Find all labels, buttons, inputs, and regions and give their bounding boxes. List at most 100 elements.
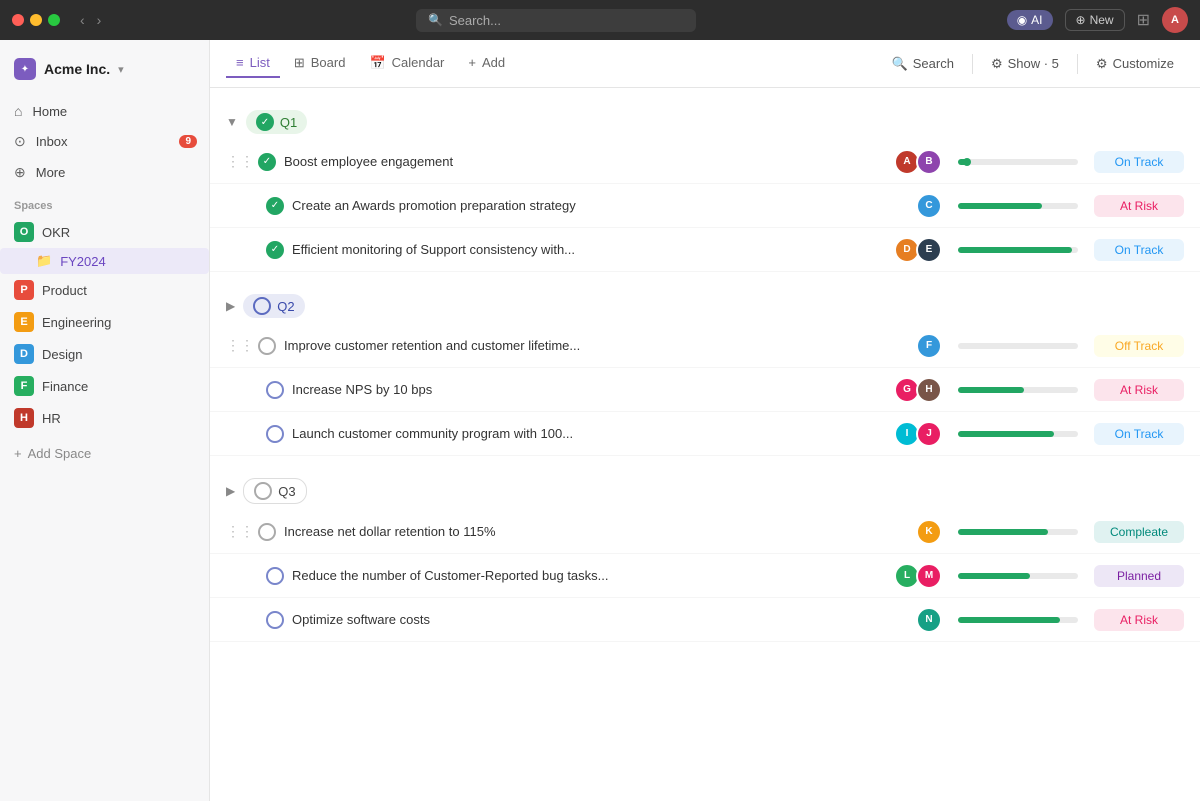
progress-fill — [958, 529, 1048, 535]
add-space-button[interactable]: + Add Space — [0, 438, 209, 469]
list-content: ▼ ✓ Q1 ⋮⋮ ✓ Boost employee engagement A … — [210, 88, 1200, 801]
search-action-label: Search — [913, 56, 954, 71]
progress-bg — [958, 617, 1078, 623]
q2-chevron-icon: ▶ — [226, 299, 235, 313]
toolbar: ≡ List ⊞ Board 📅 Calendar + Add 🔍 Search — [210, 40, 1200, 88]
task-status-circle-blue — [266, 425, 284, 443]
progress-bar — [958, 247, 1078, 253]
status-badge[interactable]: Off Track — [1094, 335, 1184, 357]
add-icon: + — [468, 55, 476, 70]
show-action[interactable]: ⚙ Show · 5 — [981, 51, 1069, 77]
sidebar-item-okr[interactable]: O OKR — [0, 216, 209, 248]
engineering-label: Engineering — [42, 315, 111, 330]
task-name[interactable]: Improve customer retention and customer … — [284, 338, 920, 353]
search-action[interactable]: 🔍 Search — [882, 51, 964, 77]
progress-fill — [958, 573, 1030, 579]
status-badge[interactable]: On Track — [1094, 423, 1184, 445]
okr-label: OKR — [42, 225, 70, 240]
show-label: Show · 5 — [1008, 56, 1059, 71]
content-area: ≡ List ⊞ Board 📅 Calendar + Add 🔍 Search — [210, 40, 1200, 801]
tab-list[interactable]: ≡ List — [226, 49, 280, 78]
back-arrow[interactable]: ‹ — [76, 10, 89, 30]
global-search-bar: 🔍 Search... — [113, 9, 998, 32]
task-name[interactable]: Launch customer community program with 1… — [292, 426, 898, 441]
new-button[interactable]: ⊕ New — [1065, 9, 1125, 31]
user-avatar[interactable]: A — [1162, 7, 1188, 33]
home-icon: ⌂ — [14, 103, 22, 119]
sidebar-item-engineering[interactable]: E Engineering — [0, 306, 209, 338]
progress-fill — [958, 203, 1042, 209]
ai-label: AI — [1031, 13, 1042, 27]
nav-arrows: ‹ › — [76, 10, 105, 30]
task-status-circle — [258, 337, 276, 355]
show-icon: ⚙ — [991, 56, 1003, 72]
group-header-q2[interactable]: ▶ Q2 — [210, 288, 1200, 324]
ai-badge[interactable]: ◉ AI — [1007, 10, 1053, 30]
tab-calendar[interactable]: 📅 Calendar — [359, 49, 454, 79]
main-layout: ✦ Acme Inc. ▾ ⌂ Home ⊙ Inbox 9 ⊕ More Sp… — [0, 40, 1200, 801]
customize-icon: ⚙ — [1096, 56, 1108, 72]
avatar: N — [916, 607, 942, 633]
group-header-q3[interactable]: ▶ Q3 — [210, 472, 1200, 510]
status-badge[interactable]: At Risk — [1094, 195, 1184, 217]
task-name[interactable]: Optimize software costs — [292, 612, 920, 627]
q3-badge: Q3 — [243, 478, 306, 504]
sidebar-item-finance[interactable]: F Finance — [0, 370, 209, 402]
sidebar-item-design[interactable]: D Design — [0, 338, 209, 370]
minimize-button[interactable] — [30, 14, 42, 26]
product-dot: P — [14, 280, 34, 300]
task-name[interactable]: Reduce the number of Customer-Reported b… — [292, 568, 898, 583]
group-spacer — [210, 456, 1200, 472]
sidebar-item-home[interactable]: ⌂ Home — [0, 96, 209, 126]
search-input-wrap[interactable]: 🔍 Search... — [416, 9, 696, 32]
q1-badge: ✓ Q1 — [246, 110, 307, 134]
task-name[interactable]: Create an Awards promotion preparation s… — [292, 198, 920, 213]
task-name[interactable]: Boost employee engagement — [284, 154, 898, 169]
tab-add[interactable]: + Add — [458, 49, 515, 78]
avatar: K — [916, 519, 942, 545]
task-avatars: N — [920, 607, 942, 633]
progress-bg — [958, 159, 1078, 165]
sidebar-item-hr[interactable]: H HR — [0, 402, 209, 434]
q3-circle-icon — [254, 482, 272, 500]
status-badge[interactable]: At Risk — [1094, 609, 1184, 631]
forward-arrow[interactable]: › — [93, 10, 106, 30]
drag-handle[interactable]: ⋮⋮ — [226, 337, 254, 354]
avatar: H — [916, 377, 942, 403]
sidebar-item-product[interactable]: P Product — [0, 274, 209, 306]
task-status-done: ✓ — [266, 241, 284, 259]
close-button[interactable] — [12, 14, 24, 26]
sidebar-item-home-label: Home — [32, 104, 67, 119]
status-badge[interactable]: At Risk — [1094, 379, 1184, 401]
customize-action[interactable]: ⚙ Customize — [1086, 51, 1184, 77]
q3-chevron-icon: ▶ — [226, 484, 235, 498]
task-avatars: K — [920, 519, 942, 545]
sidebar-item-more[interactable]: ⊕ More — [0, 157, 209, 188]
inbox-icon: ⊙ — [14, 133, 26, 150]
hr-label: HR — [42, 411, 61, 426]
task-name[interactable]: Increase NPS by 10 bps — [292, 382, 898, 397]
progress-bar — [958, 159, 1078, 165]
sidebar-item-fy2024[interactable]: 📁 FY2024 — [0, 248, 209, 274]
task-status-done: ✓ — [258, 153, 276, 171]
task-name[interactable]: Efficient monitoring of Support consiste… — [292, 242, 898, 257]
group-header-q1[interactable]: ▼ ✓ Q1 — [210, 104, 1200, 140]
avatar: C — [916, 193, 942, 219]
q2-label: Q2 — [277, 299, 294, 314]
drag-handle[interactable]: ⋮⋮ — [226, 153, 254, 170]
maximize-button[interactable] — [48, 14, 60, 26]
task-status-circle-blue — [266, 381, 284, 399]
drag-handle[interactable]: ⋮⋮ — [226, 523, 254, 540]
tab-board[interactable]: ⊞ Board — [284, 49, 356, 79]
progress-bg — [958, 343, 1078, 349]
q1-label: Q1 — [280, 115, 297, 130]
status-badge[interactable]: Planned — [1094, 565, 1184, 587]
status-badge[interactable]: On Track — [1094, 239, 1184, 261]
status-badge[interactable]: Compleate — [1094, 521, 1184, 543]
plus-icon: ⊕ — [1076, 13, 1086, 27]
task-name[interactable]: Increase net dollar retention to 115% — [284, 524, 920, 539]
brand[interactable]: ✦ Acme Inc. ▾ — [0, 50, 209, 88]
status-badge[interactable]: On Track — [1094, 151, 1184, 173]
grid-icon[interactable]: ⊞ — [1137, 10, 1150, 30]
sidebar-item-inbox[interactable]: ⊙ Inbox 9 — [0, 126, 209, 157]
